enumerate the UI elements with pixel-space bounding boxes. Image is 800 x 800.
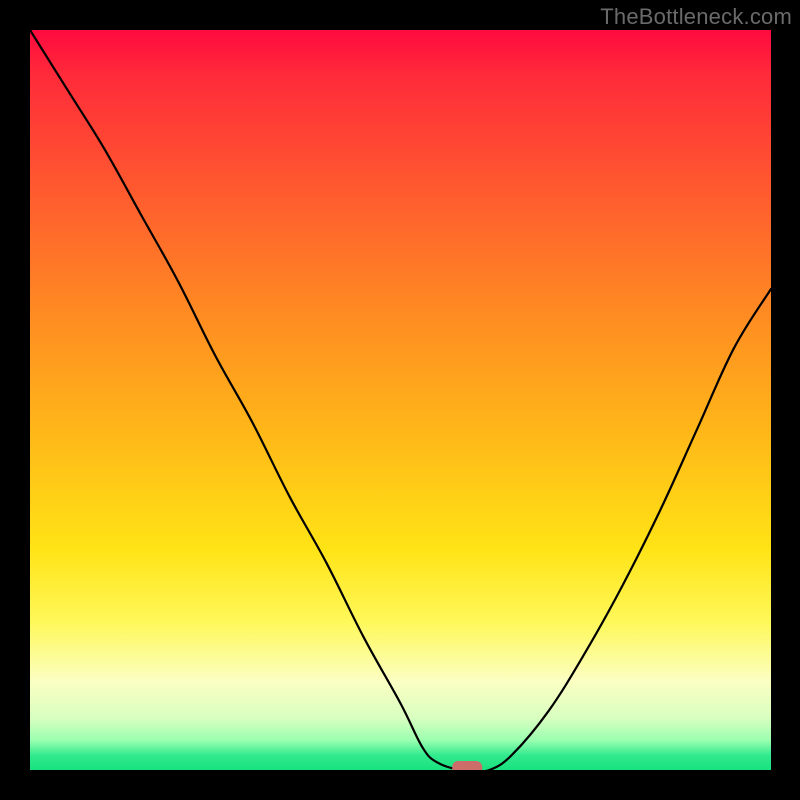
plot-area — [30, 30, 771, 770]
curve-svg — [30, 30, 771, 770]
bottleneck-chart: TheBottleneck.com — [0, 0, 800, 800]
bottleneck-curve-line — [30, 30, 771, 770]
optimal-point-marker — [452, 761, 482, 770]
attribution-label: TheBottleneck.com — [600, 4, 792, 30]
